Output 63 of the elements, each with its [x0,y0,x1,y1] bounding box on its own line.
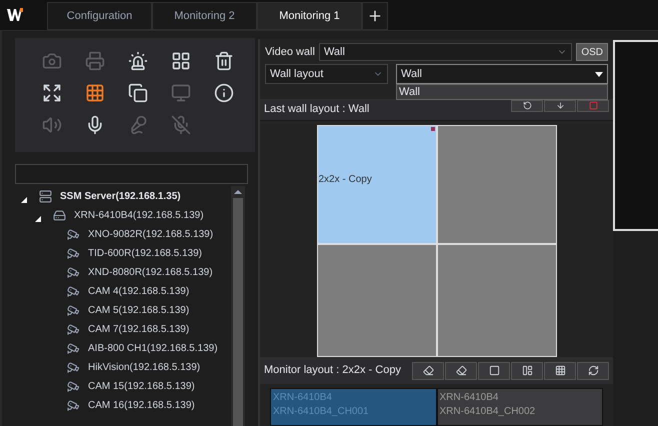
wall-cell[interactable] [318,244,436,356]
video-wall-dropdown[interactable]: Wall [318,43,572,61]
layout-icon[interactable] [511,362,543,380]
eraser-icon[interactable] [445,362,477,380]
tab[interactable]: Monitoring 1 [257,2,362,30]
monitor-layout-label: Monitor layout : 2x2x - Copy [264,363,401,378]
marker-icon [430,127,434,131]
monitor-text: XRN-6410B4 [273,391,333,405]
search-field[interactable] [15,164,248,184]
tree-item[interactable]: TID-600R(192.168.5.139) [88,246,202,261]
camera-icon [67,228,80,241]
monitor-text: XRN-6410B4_CH002 [440,405,536,419]
refresh-icon[interactable] [577,362,609,380]
copy-icon[interactable] [126,82,150,104]
layout-type-dropdown[interactable]: Wall layout [265,64,388,84]
tree-item[interactable]: CAM 7(192.168.5.139) [88,322,190,337]
caret-icon [595,72,603,76]
add-tab-button[interactable] [362,2,388,30]
osd-button[interactable]: OSD [576,43,608,61]
download-icon[interactable] [544,100,576,112]
info-icon[interactable] [212,82,236,104]
camera-icon [67,323,80,336]
stop-icon[interactable] [577,100,609,112]
wall-cell[interactable]: 2x2x - Copy [318,126,436,242]
wall-cell[interactable] [438,126,556,242]
dropdown-option[interactable]: Wall [397,85,607,99]
square-icon[interactable] [478,362,510,380]
tab[interactable]: Configuration [47,2,152,30]
server-icon [39,190,52,203]
scrollbar[interactable] [231,186,245,426]
restore-icon[interactable] [511,100,543,112]
tab[interactable]: Monitoring 2 [152,2,257,30]
layout-dropdown[interactable]: Wall [396,64,608,84]
camera-icon [67,285,80,298]
tree-item[interactable]: XNO-9082R(192.168.5.139) [88,227,214,242]
grid-icon[interactable] [544,362,576,380]
camera-icon [67,399,80,412]
last-layout-label: Last wall layout : Wall [264,102,370,118]
siren-icon[interactable] [126,50,150,72]
monitor-text: XRN-6410B4 [440,391,500,405]
tree-item[interactable]: CAM 4(192.168.5.139) [88,284,190,299]
tree-item[interactable]: CAM 15(192.168.5.139) [88,379,195,394]
tree-item[interactable]: CAM 16(192.168.5.139) [88,398,195,413]
tree-item[interactable]: CAM 5(192.168.5.139) [88,303,190,318]
tree-item[interactable]: SSM Server(192.168.1.35) [60,189,181,204]
camera-icon [67,304,80,317]
monitor-cell[interactable]: XRN-6410B4 XRN-6410B4_CH002 [436,388,603,426]
recorder-icon [53,209,66,222]
add-icon [367,8,383,24]
camera-icon [67,266,80,279]
camera-icon [67,380,80,393]
tree-item[interactable]: AIB-800 CH1(192.168.5.139) [88,341,218,356]
camera-icon [67,247,80,260]
camera-icon [67,342,80,355]
tree-item[interactable]: XND-8080R(192.168.5.139) [88,265,213,280]
tree-item[interactable]: HikVision(192.168.5.139) [88,360,200,375]
camera-icon [67,361,80,374]
cell-label: 2x2x - Copy [318,172,372,187]
eraser-icon[interactable] [412,362,444,380]
wall-cell[interactable] [438,244,556,356]
tree-item[interactable]: XRN-6410B4(192.168.5.139) [74,208,204,223]
field-label: Video wall [265,44,315,60]
monitor-text: XRN-6410B4_CH001 [273,405,370,419]
